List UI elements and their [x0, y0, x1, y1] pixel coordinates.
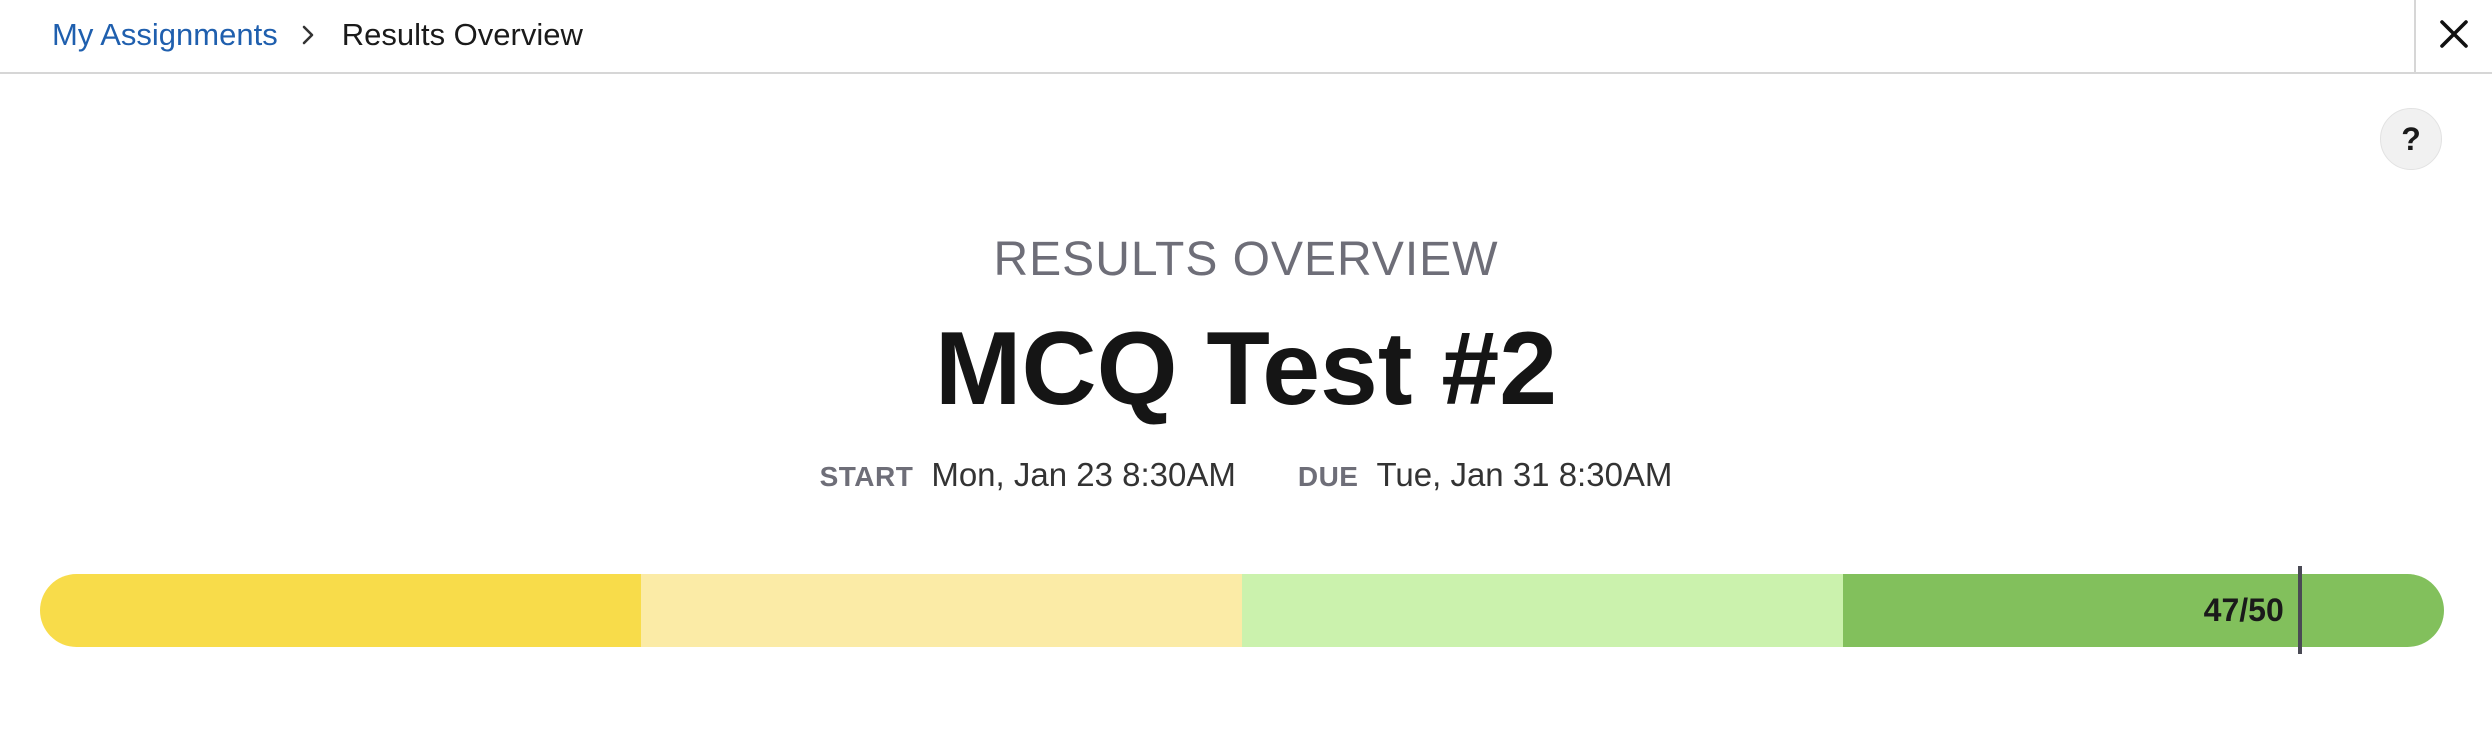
close-icon [2437, 17, 2471, 56]
score-marker [2297, 566, 2302, 654]
chevron-right-icon [300, 23, 316, 47]
top-bar: My Assignments Results Overview [0, 0, 2492, 74]
start-label: START [819, 461, 914, 492]
help-button[interactable]: ? [2380, 108, 2442, 170]
assignment-dates: START Mon, Jan 23 8:30AM DUE Tue, Jan 31… [0, 456, 2492, 494]
due-date: Tue, Jan 31 8:30AM [1376, 456, 1673, 493]
help-icon: ? [2401, 120, 2421, 157]
score-band-2 [641, 574, 1242, 647]
close-button[interactable] [2414, 0, 2492, 72]
due-label: DUE [1297, 461, 1359, 492]
score-bar [40, 574, 2444, 647]
score-band-3 [1242, 574, 1843, 647]
score-label: 47/50 [2203, 592, 2284, 628]
breadcrumb-my-assignments-link[interactable]: My Assignments [52, 17, 278, 53]
breadcrumb: My Assignments Results Overview [52, 0, 583, 70]
page-title: MCQ Test #2 [934, 311, 1558, 427]
start-date: Mon, Jan 23 8:30AM [931, 456, 1236, 493]
section-label: RESULTS OVERVIEW [993, 233, 1499, 286]
breadcrumb-current-page: Results Overview [341, 17, 583, 52]
score-band-1 [40, 574, 641, 647]
